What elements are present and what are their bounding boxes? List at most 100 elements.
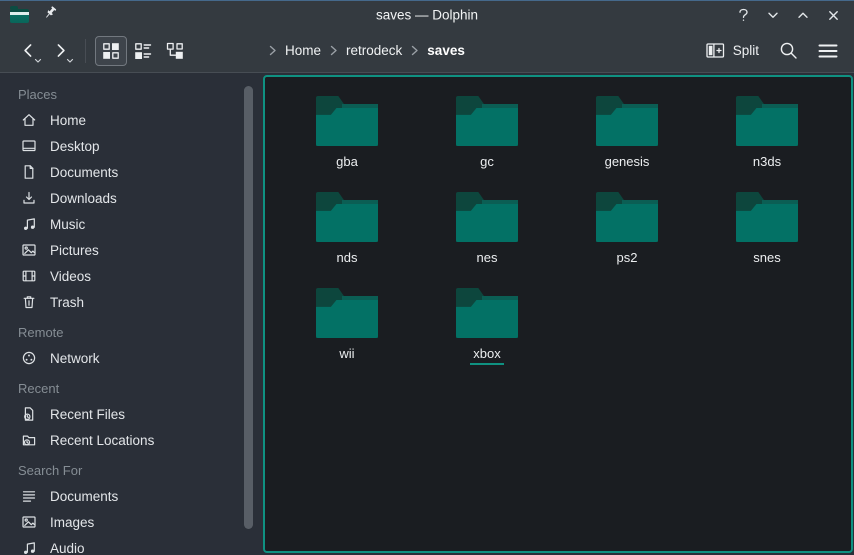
- sidebar-item-documents[interactable]: Documents: [0, 483, 263, 509]
- music-icon: [21, 540, 37, 555]
- sidebar-item-label: Music: [50, 217, 85, 232]
- tree-view-icon: [166, 42, 184, 60]
- sidebar-item-label: Pictures: [50, 243, 99, 258]
- window-title: saves — Dolphin: [376, 8, 478, 23]
- document-icon: [21, 164, 37, 180]
- titlebar: saves — Dolphin: [0, 1, 854, 29]
- breadcrumb-item-retrodeck[interactable]: retrodeck: [346, 43, 402, 58]
- forward-history-caret-icon[interactable]: [66, 58, 74, 64]
- folder-icon: [316, 192, 378, 242]
- back-history-caret-icon[interactable]: [34, 58, 42, 64]
- chevron-left-icon: [25, 45, 31, 56]
- folder-icon: [596, 96, 658, 146]
- places-panel: PlacesHomeDesktopDocumentsDownloadsMusic…: [0, 73, 263, 555]
- sidebar-item-label: Network: [50, 351, 100, 366]
- folder-item-gc[interactable]: gc: [417, 86, 557, 182]
- folder-item-wii[interactable]: wii: [277, 278, 417, 374]
- sidebar-item-documents[interactable]: Documents: [0, 159, 263, 185]
- sidebar-item-label: Documents: [50, 489, 118, 504]
- sidebar-item-label: Videos: [50, 269, 91, 284]
- sidebar-item-label: Recent Locations: [50, 433, 154, 448]
- image-icon: [21, 514, 37, 530]
- folder-name: gba: [333, 154, 361, 171]
- split-button[interactable]: Split: [706, 42, 759, 59]
- help-button[interactable]: [732, 4, 754, 26]
- folder-item-n3ds[interactable]: n3ds: [697, 86, 837, 182]
- sidebar-item-label: Images: [50, 515, 94, 530]
- window-body: PlacesHomeDesktopDocumentsDownloadsMusic…: [0, 73, 854, 555]
- sidebar-item-network[interactable]: Network: [0, 345, 263, 371]
- icons-view-button[interactable]: [95, 36, 127, 66]
- network-icon: [21, 350, 37, 366]
- chevron-up-icon: [799, 13, 807, 17]
- sidebar-item-audio[interactable]: Audio: [0, 535, 263, 555]
- folder-grid: gba gc genesis n3ds nds nes ps2 snes wii xbox: [265, 77, 851, 374]
- menu-button[interactable]: [818, 43, 838, 59]
- folder-name: nes: [474, 250, 501, 267]
- folder-name: ps2: [614, 250, 641, 267]
- sidebar-item-home[interactable]: Home: [0, 107, 263, 133]
- sidebar-item-desktop[interactable]: Desktop: [0, 133, 263, 159]
- dolphin-window: saves — Dolphin: [0, 0, 854, 555]
- folder-name: gc: [477, 154, 497, 171]
- back-button[interactable]: [12, 36, 44, 66]
- sidebar-item-recent-files[interactable]: Recent Files: [0, 401, 263, 427]
- folder-icon: [596, 192, 658, 242]
- sidebar-item-trash[interactable]: Trash: [0, 289, 263, 315]
- breadcrumb-item-home[interactable]: Home: [285, 43, 321, 58]
- folder-item-ps2[interactable]: ps2: [557, 182, 697, 278]
- sidebar-section-recent: Recent: [0, 371, 263, 401]
- breadcrumb-item-saves[interactable]: saves: [427, 43, 465, 58]
- folder-icon: [456, 96, 518, 146]
- folder-item-gba[interactable]: gba: [277, 86, 417, 182]
- recent-locations-icon: [21, 432, 37, 448]
- folder-icon: [316, 288, 378, 338]
- search-icon: [779, 41, 798, 60]
- folder-item-nds[interactable]: nds: [277, 182, 417, 278]
- home-icon: [21, 112, 37, 128]
- close-icon: [829, 11, 836, 18]
- breadcrumb-separator-icon: [267, 45, 278, 56]
- minimize-button[interactable]: [762, 4, 784, 26]
- folder-icon: [736, 96, 798, 146]
- pin-icon[interactable]: [42, 5, 58, 26]
- sidebar-item-pictures[interactable]: Pictures: [0, 237, 263, 263]
- maximize-button[interactable]: [792, 4, 814, 26]
- sidebar-item-recent-locations[interactable]: Recent Locations: [0, 427, 263, 453]
- breadcrumb-separator-icon: [328, 45, 339, 56]
- folder-name: genesis: [602, 154, 653, 171]
- sidebar-item-videos[interactable]: Videos: [0, 263, 263, 289]
- search-button[interactable]: [779, 41, 798, 60]
- sidebar-item-label: Audio: [50, 541, 85, 555]
- folder-name: wii: [336, 346, 357, 363]
- video-icon: [21, 268, 37, 284]
- desktop-icon: [21, 138, 37, 154]
- sidebar-item-label: Documents: [50, 165, 118, 180]
- folder-item-genesis[interactable]: genesis: [557, 86, 697, 182]
- sidebar-scrollbar-thumb[interactable]: [244, 86, 253, 529]
- sidebar-item-label: Downloads: [50, 191, 117, 206]
- toolbar-right: Split: [706, 41, 842, 60]
- folder-view: gba gc genesis n3ds nds nes ps2 snes wii xbox: [263, 75, 853, 553]
- breadcrumb: Home retrodeck saves: [267, 29, 465, 72]
- sidebar-section-search-for: Search For: [0, 453, 263, 483]
- folder-icon: [316, 96, 378, 146]
- folder-item-snes[interactable]: snes: [697, 182, 837, 278]
- sidebar-item-label: Trash: [50, 295, 84, 310]
- icons-view-icon: [102, 42, 120, 60]
- download-icon: [21, 190, 37, 206]
- hamburger-menu-icon: [818, 43, 838, 59]
- details-view-button[interactable]: [127, 36, 159, 66]
- image-icon: [21, 242, 37, 258]
- close-button[interactable]: [822, 4, 844, 26]
- folder-item-xbox[interactable]: xbox: [417, 278, 557, 374]
- sidebar-item-downloads[interactable]: Downloads: [0, 185, 263, 211]
- chevron-right-icon: [58, 45, 64, 56]
- folder-item-nes[interactable]: nes: [417, 182, 557, 278]
- forward-button[interactable]: [44, 36, 76, 66]
- sidebar-item-images[interactable]: Images: [0, 509, 263, 535]
- tree-view-button[interactable]: [159, 36, 191, 66]
- sidebar-item-music[interactable]: Music: [0, 211, 263, 237]
- toolbar: Home retrodeck saves Split: [0, 29, 854, 73]
- sidebar-item-label: Recent Files: [50, 407, 125, 422]
